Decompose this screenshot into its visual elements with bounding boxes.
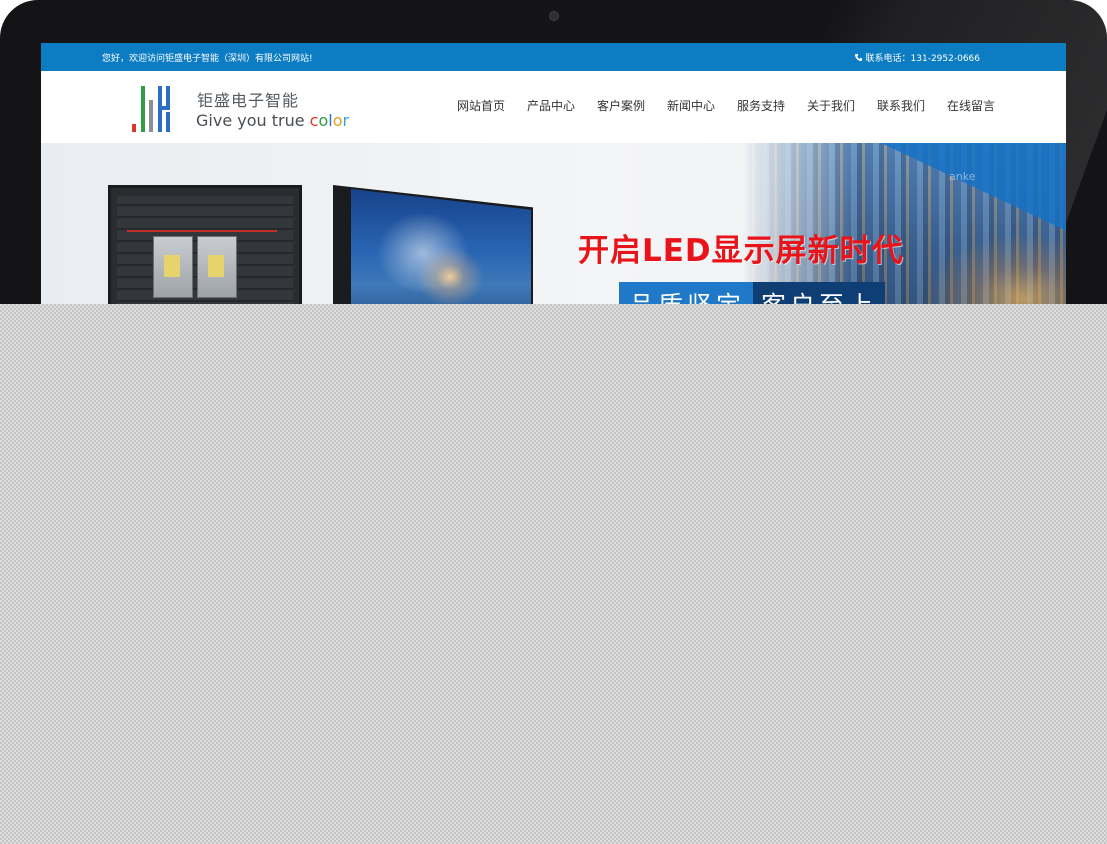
site-header: 钜盛电子智能 Give you true color 网站首页 产品中心 客户案… (41, 71, 1066, 143)
webcam-icon (549, 11, 559, 21)
main-nav: 网站首页 产品中心 客户案例 新闻中心 服务支持 关于我们 联系我们 在线留言 (457, 97, 1017, 114)
banner-watermark: anke (949, 170, 976, 183)
nav-item-contact[interactable]: 联系我们 (877, 97, 947, 114)
banner-headline: 开启LED显示屏新时代 (578, 233, 904, 269)
phone-icon (854, 53, 862, 62)
brand-name-cn: 钜盛电子智能 (197, 91, 300, 110)
tagline-prefix: Give you true (196, 111, 310, 130)
tagline-letter: o (318, 111, 329, 130)
welcome-text: 您好，欢迎访问钜盛电子智能（深圳）有限公司网站! (102, 54, 313, 64)
power-supply-unit (153, 236, 193, 298)
tagline-letter: o (332, 111, 343, 130)
monitor-mockup: 您好，欢迎访问钜盛电子智能（深圳）有限公司网站! 联系电话：131-2952-0… (0, 0, 1107, 844)
monitor-bezel: 您好，欢迎访问钜盛电子智能（深圳）有限公司网站! 联系电话：131-2952-0… (0, 0, 1107, 330)
hero-banner[interactable]: anke 开启LED显示屏新时代 品质坚定 客户至上 (41, 143, 1066, 330)
nav-item-support[interactable]: 服务支持 (737, 97, 807, 114)
nav-item-home[interactable]: 网站首页 (457, 97, 527, 114)
website-screen: 您好，欢迎访问钜盛电子智能（深圳）有限公司网站! 联系电话：131-2952-0… (41, 43, 1066, 330)
psu-label (164, 255, 180, 277)
checker-overlay (0, 304, 1107, 844)
top-bar: 您好，欢迎访问钜盛电子智能（深圳）有限公司网站! 联系电话：131-2952-0… (41, 43, 1066, 71)
tagline-letter: r (342, 111, 350, 130)
power-supply-unit (197, 236, 237, 298)
psu-label (208, 255, 224, 277)
phone-number: 联系电话：131-2952-0666 (865, 54, 980, 64)
nav-item-cases[interactable]: 客户案例 (597, 97, 667, 114)
nav-item-products[interactable]: 产品中心 (527, 97, 597, 114)
nav-item-message[interactable]: 在线留言 (947, 97, 1017, 114)
brand-tagline: Give you true color (196, 111, 349, 130)
phone-contact: 联系电话：131-2952-0666 (854, 51, 980, 64)
cable (127, 230, 277, 232)
nav-item-news[interactable]: 新闻中心 (667, 97, 737, 114)
logo-mark-icon[interactable] (132, 86, 176, 132)
nav-item-about[interactable]: 关于我们 (807, 97, 877, 114)
